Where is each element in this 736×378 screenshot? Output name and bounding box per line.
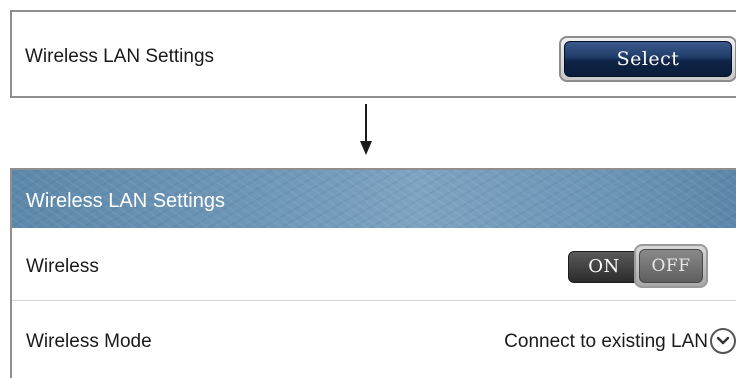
wireless-toggle[interactable]: ON OFF [568, 244, 710, 288]
toggle-on-label: ON [588, 256, 620, 277]
wireless-mode-value[interactable]: Connect to existing LAN [504, 331, 708, 353]
entry-title: Wireless LAN Settings [25, 46, 215, 67]
select-button-label: Select [564, 41, 732, 77]
chevron-down-icon [716, 336, 730, 345]
select-button[interactable]: Select [559, 36, 736, 82]
settings-header-title: Wireless LAN Settings [26, 190, 225, 212]
settings-header: Wireless LAN Settings [12, 170, 736, 228]
wireless-lan-settings-panel: Wireless LAN Settings Wireless ON OFF Wi… [10, 168, 736, 378]
down-arrow-icon [365, 104, 367, 144]
wireless-lan-settings-entry: Wireless LAN Settings Select [10, 10, 736, 98]
toggle-off-knob: OFF [634, 244, 708, 288]
row-divider [12, 300, 736, 301]
down-arrow-head-icon [360, 141, 372, 155]
wireless-label: Wireless [26, 256, 99, 277]
chevron-down-circle-icon[interactable] [710, 328, 736, 354]
toggle-off-label: OFF [639, 249, 703, 283]
wireless-mode-label: Wireless Mode [26, 331, 152, 352]
